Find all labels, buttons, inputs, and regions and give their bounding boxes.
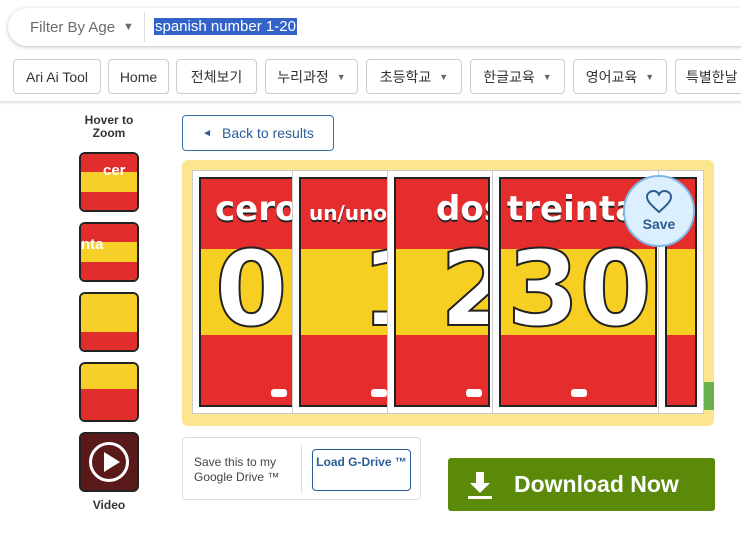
download-icon [468, 471, 492, 499]
card-number: 1 [360, 236, 387, 342]
flag-band [81, 294, 137, 332]
flag-band [81, 364, 137, 390]
brand-logo [271, 389, 287, 397]
save-favorite-button[interactable]: Save [623, 175, 695, 247]
hover-to-zoom-label: Hover to Zoom [84, 113, 134, 140]
thumbnail-text: cer [103, 162, 126, 179]
drive-divider [301, 445, 302, 493]
preview-card: dos 2 [387, 170, 497, 414]
flag-band [81, 261, 137, 280]
preview-thumbnail-3[interactable] [79, 292, 139, 352]
search-bar: Filter By Age ▼ spanish number 1-20 [8, 8, 741, 46]
back-to-results-button[interactable]: ◄ Back to results [182, 115, 334, 151]
search-divider [144, 12, 145, 42]
nav-chip-label: 한글교육 [483, 68, 535, 85]
video-thumbnail[interactable] [79, 432, 139, 492]
nav-chip-all[interactable]: 전체보기 [176, 59, 257, 94]
card-number: 2 [439, 236, 488, 342]
card-word: cero [215, 189, 299, 229]
brand-logo [571, 389, 587, 397]
save-label: Save [642, 216, 676, 232]
load-g-drive-button[interactable]: Load G-Drive ™ [312, 449, 411, 491]
nav-chip-label: 특별한날 [686, 68, 738, 85]
drive-description: Save this to my Google Drive ™ [194, 455, 280, 484]
flag-band [81, 191, 137, 210]
category-nav: Ari Ai Tool Home 전체보기 누리과정 ▼ 초등학교 ▼ 한글교육 ▼ … [0, 59, 741, 95]
search-input[interactable]: spanish number 1-20 [154, 18, 297, 35]
thumbnail-text: nta [81, 236, 104, 253]
nav-chip-label: Home [119, 68, 158, 85]
nav-chip-hangul[interactable]: 한글교육 ▼ [470, 59, 565, 94]
filter-by-age-select[interactable]: Filter By Age [30, 19, 115, 36]
green-accent [704, 382, 714, 410]
preview-thumbnail-2[interactable]: nta [79, 222, 139, 282]
chevron-down-icon: ▼ [439, 71, 449, 82]
nav-chip-home[interactable]: Home [108, 59, 169, 94]
heart-icon [646, 190, 672, 214]
nav-divider [0, 101, 741, 105]
nav-chip-elementary[interactable]: 초등학교 ▼ [366, 59, 462, 94]
download-now-label: Download Now [514, 471, 679, 497]
brand-logo [371, 389, 387, 397]
card-number: 30 [506, 228, 653, 350]
preview-card: cero 0 [192, 170, 308, 414]
download-now-button[interactable]: Download Now [448, 458, 715, 511]
flag-band [81, 389, 137, 420]
chevron-down-icon[interactable]: ▼ [123, 21, 134, 33]
google-drive-box: Save this to my Google Drive ™ Load G-Dr… [182, 437, 421, 500]
play-triangle-icon [104, 452, 120, 472]
arrow-left-icon: ◄ [202, 127, 213, 139]
nav-chip-special-day[interactable]: 특별한날 [675, 59, 741, 94]
preview-thumbnail-4[interactable] [79, 362, 139, 422]
preview-thumbnail-1[interactable]: cer [79, 152, 139, 212]
nav-chip-label: Ari Ai Tool [26, 68, 88, 85]
card-word: un/uno [309, 201, 387, 225]
nav-chip-label: 영어교육 [585, 68, 638, 85]
chevron-down-icon: ▼ [645, 71, 655, 82]
video-label: Video [92, 498, 126, 512]
nav-chip-label: 누리과정 [277, 68, 329, 85]
preview-card: un/uno 1 [292, 170, 396, 414]
nav-chip-english[interactable]: 영어교육 ▼ [573, 59, 667, 94]
card-word: dos [436, 189, 488, 229]
card-number: 0 [214, 228, 288, 350]
nav-chip-label: 전체보기 [190, 68, 243, 85]
nav-chip-ari-ai-tool[interactable]: Ari Ai Tool [13, 59, 101, 94]
card-word: treinta [507, 189, 639, 229]
brand-logo [466, 389, 482, 397]
nav-chip-label: 초등학교 [379, 68, 432, 85]
back-to-results-label: Back to results [222, 125, 314, 141]
chevron-down-icon: ▼ [336, 71, 346, 82]
chevron-down-icon: ▼ [542, 71, 552, 82]
nav-chip-nuri[interactable]: 누리과정 ▼ [265, 59, 358, 94]
flag-band [81, 331, 137, 350]
